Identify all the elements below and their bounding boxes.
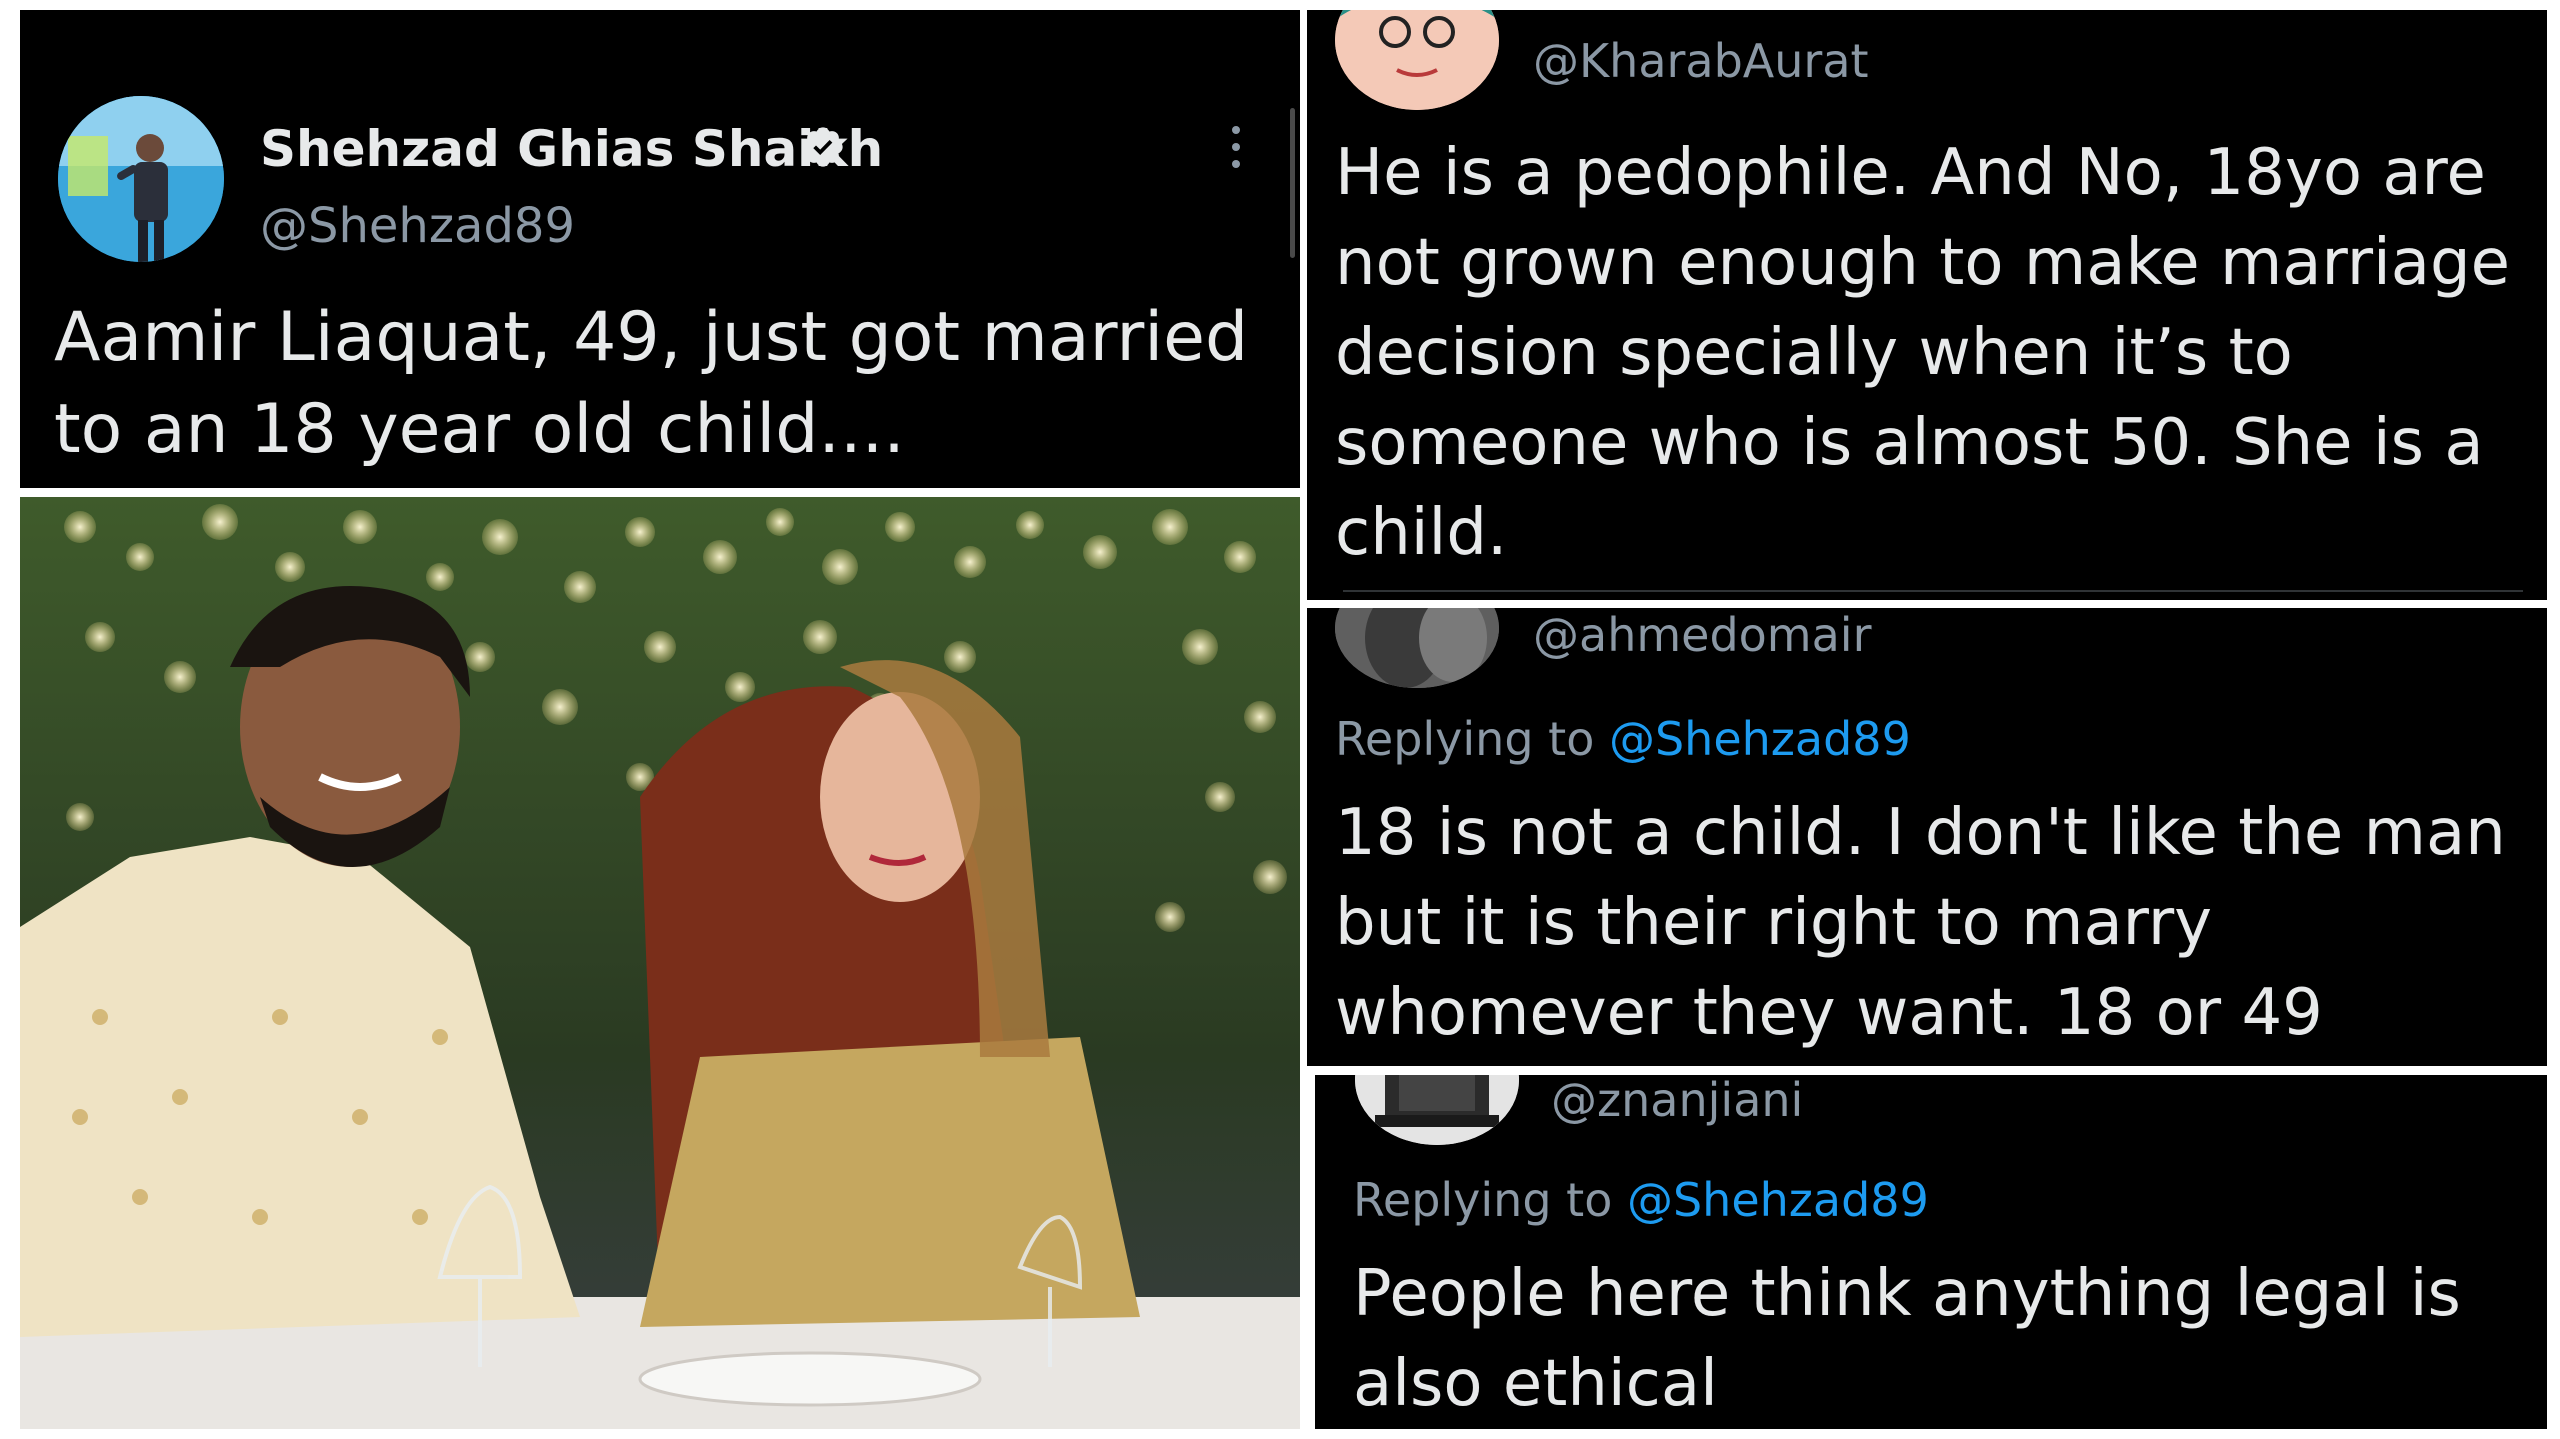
reply-avatar[interactable] xyxy=(1335,608,1499,688)
verified-badge-icon xyxy=(803,127,843,167)
reply-avatar-image xyxy=(1355,1075,1519,1145)
more-options-icon[interactable] xyxy=(1230,122,1242,172)
tweet-text: Aamir Liaquat, 49, just got married to a… xyxy=(54,298,1249,469)
reply-tweet[interactable]: @znanjiani Replying to @Shehzad89 People… xyxy=(1315,1075,2547,1429)
reply-avatar-image xyxy=(1335,608,1499,688)
reply-tweet[interactable]: @KharabAurat He is a pedophile. And No, … xyxy=(1307,10,2547,600)
reply-handle[interactable]: @znanjiani xyxy=(1551,1075,1803,1127)
author-name[interactable]: Shehzad Ghias Shaikh xyxy=(260,120,883,178)
divider xyxy=(1343,590,2523,592)
reply-avatar[interactable] xyxy=(1335,10,1499,110)
reply-tweet[interactable]: @ahmedomair Replying to @Shehzad89 18 is… xyxy=(1307,608,2547,1066)
author-avatar[interactable] xyxy=(58,96,224,262)
reply-avatar-image xyxy=(1335,10,1499,110)
reply-handle[interactable]: @ahmedomair xyxy=(1533,608,1872,662)
reply-handle[interactable]: @KharabAurat xyxy=(1533,34,1869,88)
replying-to-label: Replying to xyxy=(1335,712,1595,766)
replying-to-link[interactable]: @Shehzad89 xyxy=(1609,712,1911,766)
reply-text: People here think anything legal is also… xyxy=(1353,1257,2461,1421)
replying-to: Replying to @Shehzad89 xyxy=(1335,712,1911,766)
replying-to-label: Replying to xyxy=(1353,1173,1613,1227)
tweet-photo[interactable] xyxy=(20,497,1300,1429)
author-handle[interactable]: @Shehzad89 xyxy=(260,198,575,254)
reply-avatar[interactable] xyxy=(1355,1075,1519,1145)
reply-text: 18 is not a child. I don't like the man … xyxy=(1335,796,2506,1050)
scrollbar[interactable] xyxy=(1290,108,1295,258)
reply-text: He is a pedophile. And No, 18yo are not … xyxy=(1335,136,2510,570)
main-tweet[interactable]: Shehzad Ghias Shaikh @Shehzad89 Aamir Li… xyxy=(20,10,1300,488)
author-avatar-image xyxy=(58,96,224,262)
replying-to-link[interactable]: @Shehzad89 xyxy=(1627,1173,1929,1227)
wedding-photo xyxy=(20,497,1300,1429)
replying-to: Replying to @Shehzad89 xyxy=(1353,1173,1929,1227)
